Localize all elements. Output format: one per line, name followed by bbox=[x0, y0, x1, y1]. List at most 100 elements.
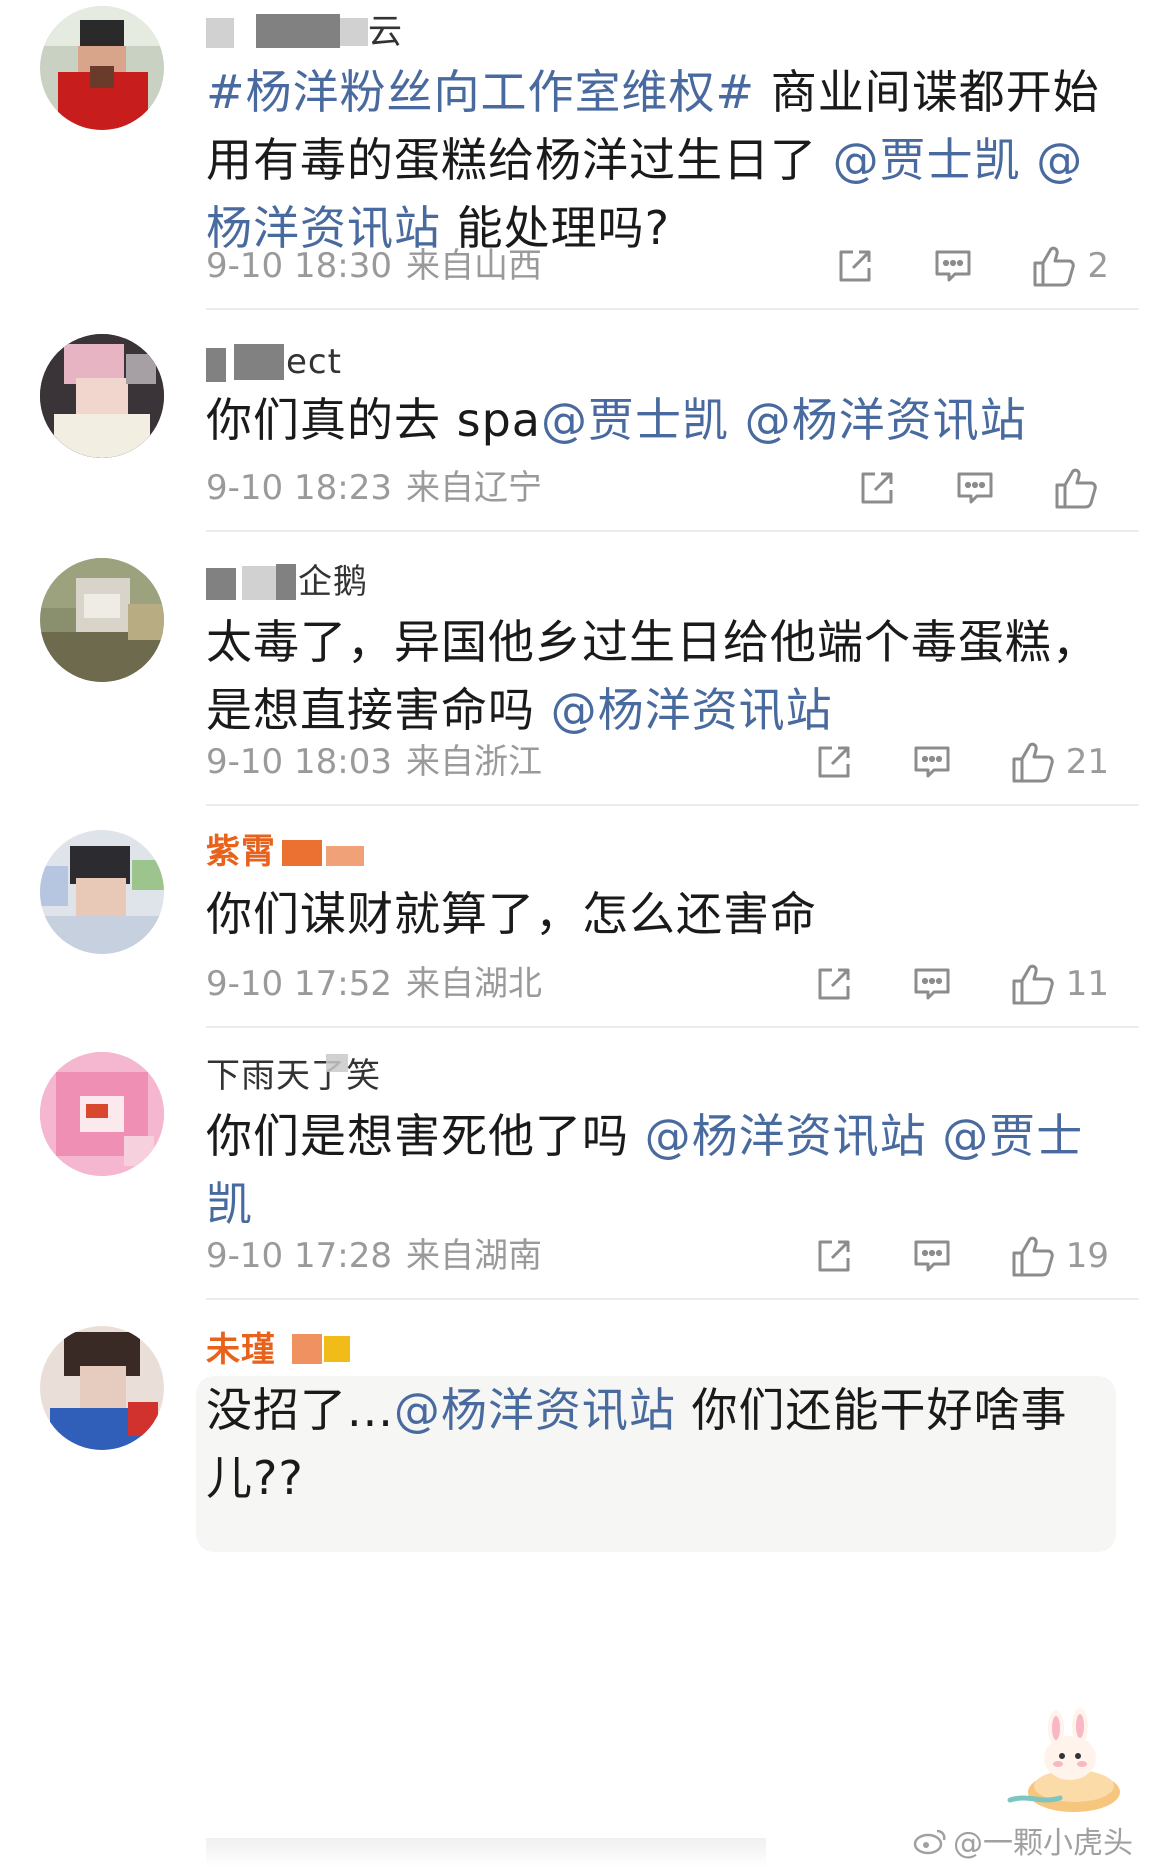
mention-link[interactable]: @杨洋资讯站 bbox=[645, 1109, 927, 1163]
mention-link[interactable]: @杨洋资讯站 bbox=[394, 1383, 676, 1437]
mention-link[interactable]: @杨洋资讯站 bbox=[551, 683, 833, 737]
comment-icon bbox=[955, 468, 995, 508]
like-count: 11 bbox=[1065, 964, 1109, 1004]
avatar[interactable] bbox=[40, 334, 164, 458]
repost-icon bbox=[814, 1236, 854, 1276]
like-count: 19 bbox=[1065, 1236, 1109, 1276]
location: 来自湖南 bbox=[405, 1236, 542, 1276]
divider bbox=[206, 1026, 1139, 1028]
comment-actions: 21 bbox=[756, 737, 1109, 787]
repost-icon bbox=[835, 246, 875, 286]
like-count: 21 bbox=[1065, 742, 1109, 782]
repost-icon bbox=[814, 964, 854, 1004]
comment-meta: 9-10 17:28 来自湖南 bbox=[206, 1234, 542, 1278]
username-text: 企鹅 bbox=[298, 562, 368, 602]
comment-body: 没招了...@杨洋资讯站 你们还能干好啥事儿?? bbox=[206, 1376, 1106, 1512]
watermark-text: @一颗小虎头 bbox=[953, 1826, 1133, 1861]
hashtag-link[interactable]: #杨洋粉丝向工作室维权# bbox=[206, 65, 755, 119]
avatar[interactable] bbox=[40, 558, 164, 682]
comment-meta: 9-10 18:30 来自山西 bbox=[206, 244, 542, 288]
username-text: 未瑾 bbox=[206, 1330, 276, 1370]
comment-button[interactable] bbox=[955, 468, 995, 508]
avatar[interactable] bbox=[40, 1326, 164, 1450]
comment-icon bbox=[912, 1236, 952, 1276]
repost-button[interactable] bbox=[814, 964, 854, 1004]
repost-button[interactable] bbox=[814, 1236, 854, 1276]
repost-button[interactable] bbox=[814, 742, 854, 782]
location: 来自辽宁 bbox=[405, 468, 542, 508]
mention-link[interactable]: @贾士凯 bbox=[541, 393, 729, 447]
comment-icon bbox=[912, 964, 952, 1004]
comment-text bbox=[1021, 133, 1037, 187]
comment-body: 你们真的去 spa@贾士凯 @杨洋资讯站 bbox=[206, 386, 1106, 454]
username[interactable]: 未瑾 bbox=[206, 1328, 566, 1372]
comment-icon bbox=[933, 246, 973, 286]
comment-actions: 11 bbox=[756, 959, 1109, 1009]
divider bbox=[206, 1298, 1139, 1300]
divider bbox=[206, 308, 1139, 310]
repost-button[interactable] bbox=[835, 246, 875, 286]
timestamp: 9-10 18:30 bbox=[206, 246, 392, 286]
comment-body: 太毒了，异国他乡过生日给他端个毒蛋糕，是想直接害命吗 @杨洋资讯站 bbox=[206, 608, 1106, 744]
avatar[interactable] bbox=[40, 6, 164, 130]
location: 来自山西 bbox=[405, 246, 542, 286]
comment-feed: 云 #杨洋粉丝向工作室维权# 商业间谍都开始用有毒的蛋糕给杨洋过生日了 @贾士凯… bbox=[0, 0, 1169, 1868]
comment-body: 你们谋财就算了，怎么还害命 bbox=[206, 880, 1106, 948]
comment-button[interactable] bbox=[933, 246, 973, 286]
username-text: 云 bbox=[368, 12, 403, 52]
weibo-logo-icon bbox=[913, 1827, 947, 1863]
like-button[interactable]: 2 bbox=[1031, 243, 1109, 289]
repost-icon bbox=[814, 742, 854, 782]
comment-text: 你们谋财就算了，怎么还害命 bbox=[206, 887, 817, 941]
like-icon bbox=[1053, 465, 1099, 511]
watermark: @一颗小虎头 bbox=[913, 1818, 1133, 1863]
comment-button[interactable] bbox=[912, 742, 952, 782]
like-button[interactable] bbox=[1053, 465, 1109, 511]
avatar[interactable] bbox=[40, 830, 164, 954]
comment-actions: 19 bbox=[756, 1231, 1109, 1281]
username-text: 下雨天了笑 bbox=[206, 1056, 381, 1096]
username[interactable]: 企鹅 bbox=[206, 560, 566, 604]
bunny-sticker-icon bbox=[1000, 1700, 1130, 1818]
comment-text bbox=[927, 1109, 943, 1163]
comment-body: #杨洋粉丝向工作室维权# 商业间谍都开始用有毒的蛋糕给杨洋过生日了 @贾士凯 @… bbox=[206, 58, 1106, 262]
username[interactable]: 下雨天了笑 bbox=[206, 1054, 566, 1098]
comment-actions bbox=[799, 463, 1109, 513]
comment-body: 你们是想害死他了吗 @杨洋资讯站 @贾士凯 bbox=[206, 1102, 1106, 1238]
comment-text bbox=[729, 393, 745, 447]
next-comment-preview bbox=[206, 1838, 766, 1868]
avatar[interactable] bbox=[40, 1052, 164, 1176]
like-icon bbox=[1010, 1233, 1056, 1279]
divider bbox=[206, 804, 1139, 806]
comment-icon bbox=[912, 742, 952, 782]
timestamp: 9-10 18:23 bbox=[206, 468, 392, 508]
divider bbox=[206, 530, 1139, 532]
location: 来自浙江 bbox=[405, 742, 542, 782]
location: 来自湖北 bbox=[405, 964, 542, 1004]
username[interactable]: ect bbox=[206, 340, 566, 384]
like-icon bbox=[1031, 243, 1077, 289]
username-text: ect bbox=[286, 342, 342, 382]
like-button[interactable]: 21 bbox=[1010, 739, 1109, 785]
timestamp: 9-10 18:03 bbox=[206, 742, 392, 782]
like-count: 2 bbox=[1087, 246, 1109, 286]
repost-button[interactable] bbox=[857, 468, 897, 508]
comment-actions: 2 bbox=[777, 241, 1109, 291]
like-icon bbox=[1010, 961, 1056, 1007]
username[interactable]: 紫霄 bbox=[206, 830, 566, 874]
timestamp: 9-10 17:52 bbox=[206, 964, 392, 1004]
comment-text: 你们是想害死他了吗 bbox=[206, 1109, 645, 1163]
timestamp: 9-10 17:28 bbox=[206, 1236, 392, 1276]
comment-button[interactable] bbox=[912, 964, 952, 1004]
like-button[interactable]: 11 bbox=[1010, 961, 1109, 1007]
username[interactable]: 云 bbox=[206, 10, 566, 54]
username-text: 紫霄 bbox=[206, 832, 276, 872]
comment-meta: 9-10 18:23 来自辽宁 bbox=[206, 466, 542, 510]
mention-link[interactable]: @杨洋资讯站 bbox=[745, 393, 1027, 447]
comment-meta: 9-10 17:52 来自湖北 bbox=[206, 962, 542, 1006]
mention-link[interactable]: @贾士凯 bbox=[833, 133, 1021, 187]
comment-meta: 9-10 18:03 来自浙江 bbox=[206, 740, 542, 784]
comment-text: 没招了... bbox=[206, 1383, 394, 1437]
comment-button[interactable] bbox=[912, 1236, 952, 1276]
like-button[interactable]: 19 bbox=[1010, 1233, 1109, 1279]
